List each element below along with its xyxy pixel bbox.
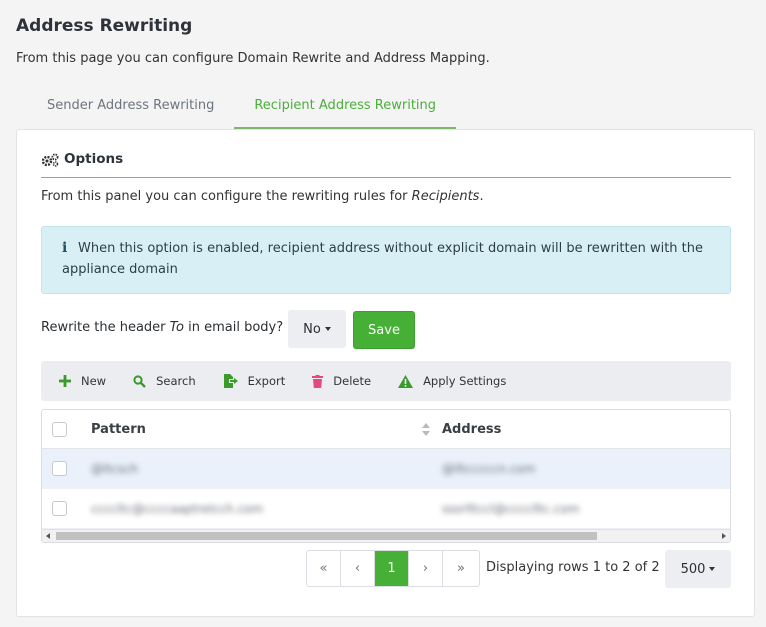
apply-settings-button[interactable]: Apply Settings (398, 374, 506, 388)
column-header-pattern[interactable]: Pattern (91, 422, 442, 437)
page-size-dropdown[interactable]: 500 (665, 550, 731, 588)
next-page-button[interactable]: › (409, 551, 443, 586)
options-title: Options (64, 151, 124, 167)
new-label: New (81, 374, 107, 388)
rewrite-header-value: No (303, 321, 321, 337)
page-size-value: 500 (680, 561, 706, 577)
caret-down-icon (709, 567, 716, 571)
tab-sender-address-rewriting[interactable]: Sender Address Rewriting (27, 86, 234, 129)
scrollbar-thumb[interactable] (56, 532, 597, 540)
gears-icon (41, 153, 59, 167)
panel-description-emphasis: Recipients (411, 189, 480, 204)
select-all-checkbox[interactable] (52, 421, 67, 437)
row-address: sssrlltccl@cccclltc.com (442, 501, 580, 516)
scroll-right-icon[interactable] (722, 533, 726, 539)
warning-icon (398, 374, 414, 388)
column-header-address[interactable]: Address (442, 422, 501, 437)
last-page-button[interactable]: » (443, 551, 479, 586)
grid-toolbar: New Search Export Delete Apply Settings (41, 361, 731, 401)
tab-recipient-address-rewriting[interactable]: Recipient Address Rewriting (234, 86, 457, 129)
options-card: Options From this panel you can configur… (16, 129, 755, 617)
save-button[interactable]: Save (353, 311, 415, 349)
rewrite-label-emphasis: To (169, 320, 184, 335)
table-row[interactable]: ccccltc@ccccaaptrelcch.com sssrlltccl@cc… (42, 489, 730, 529)
first-page-button[interactable]: « (307, 551, 341, 586)
rewrite-header-label: Rewrite the header To in email body? (41, 320, 283, 335)
tab-bar: Sender Address Rewriting Recipient Addre… (27, 86, 457, 129)
rewrite-header-dropdown[interactable]: No (288, 310, 346, 348)
panel-description: From this panel you can configure the re… (41, 189, 484, 204)
delete-label: Delete (333, 374, 372, 388)
plus-icon (59, 375, 71, 387)
scroll-left-icon[interactable] (46, 533, 50, 539)
caret-down-icon (324, 327, 331, 331)
rules-grid: Pattern Address @ltcsch @lltcccccn.com c… (41, 409, 731, 543)
rows-info: Displaying rows 1 to 2 of 2 (486, 560, 660, 575)
row-address: @lltcccccn.com (442, 461, 536, 476)
grid-header: Pattern Address (42, 410, 730, 449)
new-button[interactable]: New (59, 374, 106, 388)
page-description: From this page you can configure Domain … (16, 51, 490, 66)
options-header: Options (41, 151, 731, 178)
info-text: When this option is enabled, recipient a… (62, 241, 703, 277)
export-button[interactable]: Export (223, 374, 286, 388)
page-1-button[interactable]: 1 (375, 551, 409, 586)
search-button[interactable]: Search (133, 374, 196, 388)
row-checkbox[interactable] (52, 461, 67, 476)
horizontal-scrollbar[interactable] (42, 529, 730, 542)
table-row[interactable]: @ltcsch @lltcccccn.com (42, 449, 730, 489)
trash-icon (312, 374, 324, 388)
pagination: « ‹ 1 › » (306, 550, 480, 587)
row-checkbox[interactable] (52, 501, 67, 516)
apply-settings-label: Apply Settings (423, 374, 507, 388)
info-alert: i When this option is enabled, recipient … (41, 226, 731, 294)
row-pattern: @ltcsch (91, 461, 139, 476)
export-icon (223, 374, 238, 388)
column-pattern-label: Pattern (91, 421, 146, 437)
sort-icon (422, 422, 430, 436)
export-label: Export (247, 374, 286, 388)
row-pattern: ccccltc@ccccaaptrelcch.com (91, 501, 264, 516)
prev-page-button[interactable]: ‹ (341, 551, 375, 586)
info-icon: i (62, 240, 68, 256)
search-label: Search (156, 374, 196, 388)
panel-description-text: From this panel you can configure the re… (41, 189, 412, 204)
page-title: Address Rewriting (16, 16, 193, 36)
search-icon (133, 374, 146, 388)
delete-button[interactable]: Delete (312, 374, 371, 388)
rewrite-label-suffix: in email body? (183, 320, 284, 335)
rewrite-label-text: Rewrite the header (41, 320, 170, 335)
panel-description-suffix: . (479, 189, 484, 204)
